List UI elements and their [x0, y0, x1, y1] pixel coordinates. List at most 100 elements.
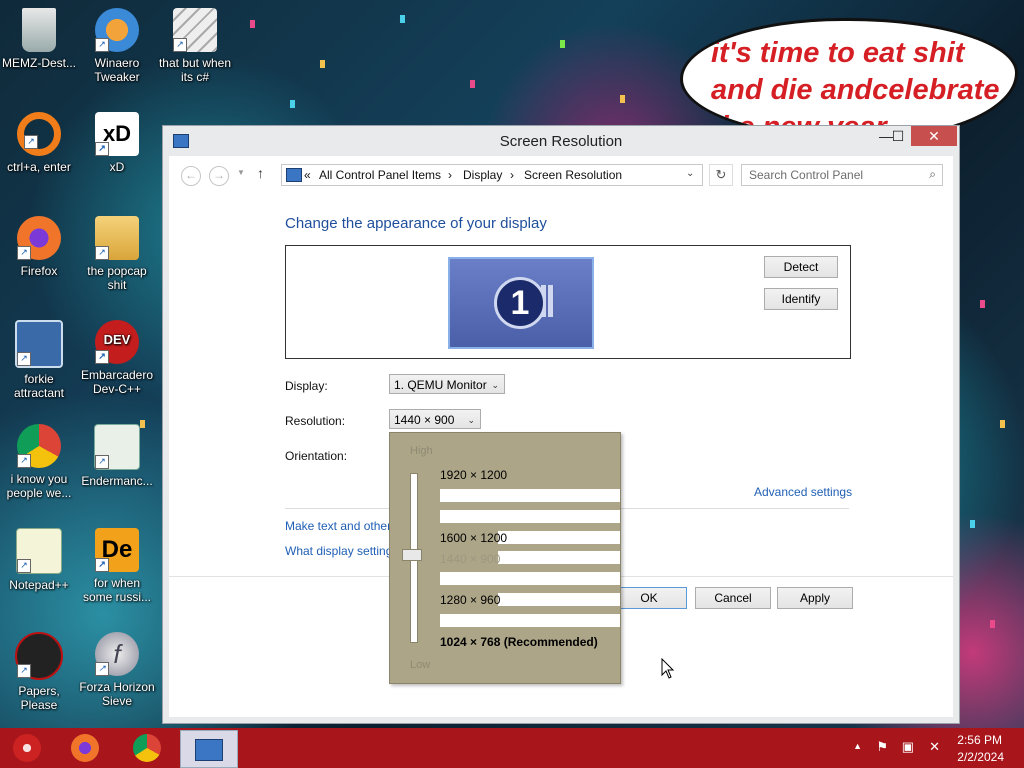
search-icon: ⌕	[929, 167, 936, 181]
close-button[interactable]: ✕	[911, 126, 957, 146]
desktop-icon-chrome[interactable]: ↗ i know you people we...	[0, 424, 78, 500]
desktop-icon-thatbut[interactable]: ↗ that but when its c#	[156, 8, 234, 84]
display-label: Display:	[285, 379, 328, 393]
resolution-option-recommended[interactable]: 1024 × 768 (Recommended)	[440, 635, 598, 649]
desktop-icon-enderman[interactable]: ↗ Endermanc...	[78, 424, 156, 488]
display-select-value: 1. QEMU Monitor	[394, 378, 487, 392]
chrome-icon	[133, 734, 161, 762]
monitor-preview-area: 1 Detect Identify	[285, 245, 851, 359]
advanced-settings-link[interactable]: Advanced settings	[754, 485, 852, 499]
forward-button[interactable]: →	[209, 166, 229, 186]
refresh-button[interactable]: ↻	[709, 164, 733, 186]
resolution-label: Resolution:	[285, 414, 346, 428]
flag-icon[interactable]: ⚑	[876, 739, 888, 755]
desktop-icon-papers[interactable]: ↗ Papers, Please	[0, 632, 78, 712]
volume-muted-icon[interactable]: ✕	[929, 739, 940, 755]
display-select[interactable]: 1. QEMU Monitor ⌄	[389, 374, 505, 394]
resolution-slider-thumb[interactable]	[402, 549, 422, 561]
address-bar[interactable]: « All Control Panel Items › Display › Sc…	[281, 164, 703, 186]
make-text-larger-link[interactable]: Make text and other	[285, 519, 391, 533]
show-hidden-icons[interactable]: ▲	[853, 741, 862, 751]
resolution-option[interactable]: 1920 × 1200	[440, 468, 507, 482]
search-box[interactable]: Search Control Panel ⌕	[741, 164, 943, 186]
screen-resolution-window: Screen Resolution — ☐ ✕ ← → ▼ ↑ « All Co…	[162, 125, 960, 724]
clock-time[interactable]: 2:56 PM	[957, 733, 1002, 747]
start-orb-icon	[13, 734, 41, 762]
resolution-option[interactable]: 1280 × 960	[440, 593, 500, 607]
display-settings-icon	[195, 739, 223, 761]
maximize-button[interactable]: ☐	[885, 126, 911, 146]
window-title: Screen Resolution	[499, 133, 623, 150]
monitor-1-preview[interactable]: 1	[448, 257, 594, 349]
taskbar: ▲ ⚑ ▣ ✕ 2:56 PM 2/2/2024	[0, 728, 1024, 768]
apply-button[interactable]: Apply	[777, 587, 853, 609]
firefox-icon	[71, 734, 99, 762]
desktop-icon-forkie[interactable]: ↗ forkie attractant	[0, 320, 78, 400]
desktop-icon-firefox[interactable]: ↗ Firefox	[0, 216, 78, 278]
desktop-icon-winaero[interactable]: ↗ Winaero Tweaker	[78, 8, 156, 84]
breadcrumb-sep-2: ›	[510, 168, 514, 182]
notepadpp-icon: ↗	[16, 528, 62, 574]
breadcrumb-display[interactable]: Display	[463, 168, 502, 182]
tick-bar	[498, 531, 620, 544]
monitor-gear-icon: ↗	[15, 320, 63, 368]
taskbar-firefox[interactable]	[58, 732, 112, 764]
tick-bar	[498, 593, 620, 606]
desktop-icon-ctrl-a[interactable]: ↗ ctrl+a, enter	[0, 112, 78, 174]
desktop-icon-popcap[interactable]: ↗ the popcap shit	[78, 216, 156, 292]
taskbar-chrome[interactable]	[120, 732, 174, 764]
display-settings-link[interactable]: What display setting	[285, 544, 392, 558]
tick-bar	[440, 510, 620, 523]
control-panel-icon	[286, 168, 302, 182]
back-button[interactable]: ←	[181, 166, 201, 186]
title-bar[interactable]: Screen Resolution — ☐ ✕	[163, 126, 959, 156]
identify-button[interactable]: Identify	[764, 288, 838, 310]
winaero-icon: ↗	[95, 8, 139, 52]
clock-date[interactable]: 2/2/2024	[957, 750, 1004, 764]
resolution-slider-popup: High Low 1920 × 1200 1600 × 1200 1440 × …	[389, 432, 621, 684]
address-dropdown-icon[interactable]: ⌄	[686, 168, 694, 179]
orange-ring-icon: ↗	[17, 112, 61, 156]
navigation-bar: ← → ▼ ↑ « All Control Panel Items › Disp…	[169, 156, 953, 194]
devcpp-icon: DEV ↗	[95, 320, 139, 364]
tick-bar	[440, 572, 620, 585]
chrome-icon: ↗	[17, 424, 61, 468]
desktop-icon-russi[interactable]: De ↗ for when some russi...	[78, 528, 156, 604]
monitor-number: 1	[494, 277, 546, 329]
folder-icon: ↗	[95, 216, 139, 260]
detect-button[interactable]: Detect	[764, 256, 838, 278]
desktop-icon-notepadpp[interactable]: ↗ Notepad++	[0, 528, 78, 592]
taskbar-screen-resolution[interactable]	[180, 730, 238, 768]
mouse-cursor-icon	[661, 658, 675, 679]
chevron-down-icon: ⌄	[467, 415, 475, 425]
breadcrumb-all-items[interactable]: All Control Panel Items	[319, 168, 441, 182]
up-button[interactable]: ↑	[257, 165, 264, 181]
desktop-icon-devcpp[interactable]: DEV ↗ Embarcadero Dev-C++	[78, 320, 156, 396]
breadcrumb-sep-1: ›	[448, 168, 452, 182]
ok-button[interactable]: OK	[611, 587, 687, 609]
chevron-down-icon: ⌄	[491, 380, 499, 390]
cancel-button[interactable]: Cancel	[695, 587, 771, 609]
network-icon[interactable]: ▣	[902, 739, 914, 755]
resolution-option[interactable]: 1600 × 1200	[440, 531, 507, 545]
start-button[interactable]	[0, 732, 54, 764]
speech-bubble: it's time to eat shit and die andcelebra…	[680, 18, 1018, 140]
papers-please-icon: ↗	[15, 632, 63, 680]
desktop-icon-xd[interactable]: xD ↗ xD	[78, 112, 156, 174]
windows-stack-icon: ↗	[173, 8, 217, 52]
flash-icon: f ↗	[95, 632, 139, 676]
tick-bar	[498, 551, 620, 564]
hxd-icon: xD ↗	[95, 112, 139, 156]
breadcrumb-overflow[interactable]: «	[304, 168, 311, 182]
tick-bar	[440, 489, 620, 502]
desktop-icon-memz[interactable]: MEMZ-Dest...	[0, 8, 78, 70]
recycle-bin-icon	[22, 8, 56, 52]
recent-dropdown-icon[interactable]: ▼	[237, 168, 245, 177]
resolution-select[interactable]: 1440 × 900 ⌄	[389, 409, 481, 429]
breadcrumb-screen-resolution[interactable]: Screen Resolution	[524, 168, 622, 182]
window-app-icon: ↗	[94, 424, 140, 470]
desktop-icon-forza[interactable]: f ↗ Forza Horizon Sieve	[78, 632, 156, 708]
resolution-option-selected[interactable]: 1440 × 900	[440, 552, 500, 566]
high-label: High	[410, 445, 433, 457]
search-placeholder: Search Control Panel	[749, 168, 864, 182]
